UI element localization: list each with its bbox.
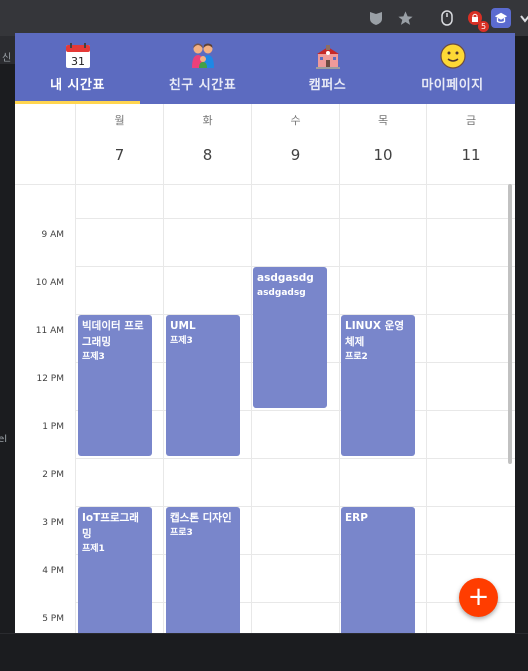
day-date: 11 xyxy=(461,146,481,164)
day-date: 9 xyxy=(290,146,301,164)
mouse-extension-icon[interactable] xyxy=(437,8,457,28)
hour-label: 5 PM xyxy=(42,614,64,624)
calendar-icon: 31 xyxy=(64,42,92,70)
timetable-calendar: 월 7 화 8 수 9 목 10 금 11 9 AM 10 AM 11 AM 1… xyxy=(15,104,515,633)
day-name: 화 xyxy=(202,114,213,127)
event-title: ERP xyxy=(345,512,368,524)
hour-label: 1 PM xyxy=(42,422,64,432)
timetable-extension-icon[interactable] xyxy=(491,8,511,28)
tab-campus[interactable]: 캠퍼스 xyxy=(265,33,390,104)
background-page-right xyxy=(515,36,528,633)
tab-label: 캠퍼스 xyxy=(308,78,347,93)
timetable-popup: 31 내 시간표 친구 시간표 캠퍼스 마이페이지 월 7 화 8 수 9 목 … xyxy=(15,33,515,633)
hour-label: 12 PM xyxy=(36,374,64,384)
event-title: IoT프로그래밍 xyxy=(82,512,139,540)
day-header-fri[interactable]: 금 11 xyxy=(426,104,515,184)
event-title: LINUX 운영체제 xyxy=(345,320,404,348)
menu-chevron-icon[interactable] xyxy=(515,8,528,28)
event-room: 프제1 xyxy=(82,544,105,554)
tab-label: 친구 시간표 xyxy=(168,78,237,93)
class-event[interactable]: asdgasdg asdgadsg xyxy=(253,267,327,408)
lock-extension-icon[interactable]: 5 xyxy=(465,8,489,32)
event-room: asdgadsg xyxy=(257,288,306,298)
class-event[interactable]: 캡스톤 디자인 프로3 xyxy=(166,507,240,633)
background-page-bottom xyxy=(0,633,528,671)
event-title: 캡스톤 디자인 xyxy=(170,512,232,524)
class-event[interactable]: 빅데이터 프로그래밍 프제3 xyxy=(78,315,152,456)
background-text: eel xyxy=(0,434,8,445)
day-date: 7 xyxy=(114,146,125,164)
browser-toolbar: 5 xyxy=(0,0,528,36)
event-title: asdgasdg xyxy=(257,272,314,284)
event-room: 프제3 xyxy=(82,352,105,362)
event-room: 프로2 xyxy=(345,352,368,362)
smiley-icon xyxy=(439,42,467,70)
day-header-wed[interactable]: 수 9 xyxy=(251,104,339,184)
event-room: 프로3 xyxy=(170,528,193,538)
family-icon xyxy=(189,42,217,70)
day-column[interactable] xyxy=(426,184,515,633)
hour-line xyxy=(75,458,515,459)
tab-friend-timetable[interactable]: 친구 시간표 xyxy=(140,33,265,104)
hour-label: 3 PM xyxy=(42,518,64,528)
day-name: 수 xyxy=(290,114,301,127)
shield-extension-icon[interactable] xyxy=(366,8,386,28)
hour-label: 4 PM xyxy=(42,566,64,576)
class-event[interactable]: LINUX 운영체제 프로2 xyxy=(341,315,415,456)
top-navigation: 31 내 시간표 친구 시간표 캠퍼스 마이페이지 xyxy=(15,33,515,104)
day-header-tue[interactable]: 화 8 xyxy=(163,104,251,184)
tab-my-timetable[interactable]: 31 내 시간표 xyxy=(15,33,140,104)
event-room: 프제3 xyxy=(170,336,193,346)
background-bookmark-strip: 신 xyxy=(0,36,15,64)
tab-my-page[interactable]: 마이페이지 xyxy=(390,33,515,104)
background-page-left xyxy=(0,36,15,671)
add-class-button[interactable]: + xyxy=(459,578,498,617)
event-title: UML xyxy=(170,320,196,332)
class-event[interactable]: UML 프제3 xyxy=(166,315,240,456)
hour-line xyxy=(75,218,515,219)
hour-label: 9 AM xyxy=(41,230,64,240)
tab-label: 마이페이지 xyxy=(421,78,484,93)
background-text: 신 xyxy=(2,53,12,64)
hour-label: 11 AM xyxy=(35,326,64,336)
hour-label: 10 AM xyxy=(35,278,64,288)
class-event[interactable]: IoT프로그래밍 프제1 xyxy=(78,507,152,633)
day-column[interactable] xyxy=(251,184,339,633)
day-date: 10 xyxy=(373,146,393,164)
day-name: 금 xyxy=(465,114,477,127)
hour-label: 2 PM xyxy=(42,470,64,480)
class-event[interactable]: ERP xyxy=(341,507,415,633)
extension-badge: 5 xyxy=(478,21,489,32)
day-name: 월 xyxy=(114,114,125,127)
day-name: 목 xyxy=(377,114,389,127)
event-title: 빅데이터 프로그래밍 xyxy=(82,320,144,348)
school-icon xyxy=(314,42,342,70)
day-header-thu[interactable]: 목 10 xyxy=(339,104,426,184)
calendar-icon-text: 31 xyxy=(71,55,85,68)
day-date: 8 xyxy=(202,146,213,164)
tab-label: 내 시간표 xyxy=(50,78,105,93)
star-bookmark-icon[interactable] xyxy=(395,8,415,28)
calendar-scrollbar[interactable] xyxy=(508,184,512,464)
day-header-mon[interactable]: 월 7 xyxy=(75,104,163,184)
